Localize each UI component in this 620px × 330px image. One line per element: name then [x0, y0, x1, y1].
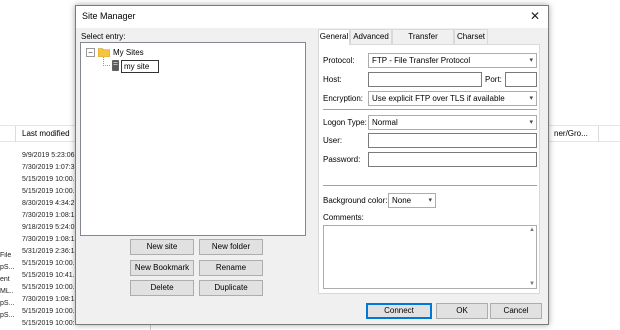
file-row-date[interactable]: 9/18/2019 5:24:0...	[22, 224, 78, 231]
password-label: Password:	[323, 155, 361, 164]
file-row-date[interactable]: 5/15/2019 10:00...	[22, 188, 78, 195]
chevron-down-icon: ▾	[428, 197, 432, 204]
site-manager-dialog: Site Manager ✕ Select entry: − My Sites …	[75, 5, 549, 325]
divider	[323, 185, 537, 186]
file-row-date[interactable]: 5/15/2019 10:00...	[22, 176, 78, 183]
file-row-date[interactable]: 8/30/2019 4:34:2...	[22, 200, 78, 207]
new-folder-button[interactable]: New folder	[199, 239, 263, 255]
site-icon	[112, 60, 119, 71]
comments-textarea[interactable]: ▲ ▼	[323, 225, 537, 289]
protocol-value: FTP - File Transfer Protocol	[372, 56, 471, 65]
user-input[interactable]	[368, 133, 537, 148]
chevron-down-icon: ▾	[529, 57, 533, 64]
protocol-select[interactable]: FTP - File Transfer Protocol ▾	[368, 53, 537, 68]
background-color-value: None	[392, 196, 412, 205]
tab-charset[interactable]: Charset	[454, 29, 488, 44]
ok-button[interactable]: OK	[436, 303, 488, 319]
divider	[323, 109, 537, 110]
password-input[interactable]	[368, 152, 537, 167]
file-row-name[interactable]: File	[0, 252, 14, 259]
new-bookmark-button[interactable]: New Bookmark	[130, 260, 194, 276]
title-bar: Site Manager ✕	[76, 6, 548, 28]
column-separator[interactable]	[598, 126, 599, 142]
duplicate-button[interactable]: Duplicate	[199, 280, 263, 296]
cancel-button[interactable]: Cancel	[490, 303, 542, 319]
connect-button[interactable]: Connect	[366, 303, 432, 319]
file-row-date[interactable]: 7/30/2019 1:08:1...	[22, 236, 78, 243]
tab-advanced[interactable]: Advanced	[350, 29, 392, 44]
tab-general[interactable]: General	[318, 29, 350, 45]
general-tab-panel: Protocol: FTP - File Transfer Protocol ▾…	[318, 44, 540, 294]
chevron-down-icon: ▾	[529, 119, 533, 126]
folder-icon	[98, 48, 110, 57]
file-row-date[interactable]: 7/30/2019 1:07:3...	[22, 164, 78, 171]
dialog-title: Site Manager	[82, 11, 136, 21]
new-site-button[interactable]: New site	[130, 239, 194, 255]
site-rename-field[interactable]: my site	[121, 60, 159, 73]
close-icon[interactable]: ✕	[530, 9, 540, 23]
column-separator[interactable]	[15, 126, 16, 142]
file-row-name[interactable]: pS...	[0, 300, 14, 307]
encryption-label: Encryption:	[323, 94, 364, 103]
encryption-select[interactable]: Use explicit FTP over TLS if available ▾	[368, 91, 537, 106]
file-row-date[interactable]: 7/30/2019 1:08:1...	[22, 212, 78, 219]
background-color-select[interactable]: None ▾	[388, 193, 436, 208]
host-input[interactable]	[368, 72, 482, 87]
port-input[interactable]	[505, 72, 537, 87]
logon-type-label: Logon Type:	[323, 118, 367, 127]
port-label: Port:	[485, 75, 502, 84]
column-last-modified[interactable]: Last modified	[22, 129, 70, 138]
select-entry-label: Select entry:	[81, 32, 126, 41]
scroll-down-icon[interactable]: ▼	[529, 281, 535, 287]
file-row-date[interactable]: 5/15/2019 10:00...	[22, 284, 78, 291]
site-tree[interactable]: − My Sites my site	[80, 42, 306, 236]
column-owner-group[interactable]: ner/Gro...	[554, 129, 588, 138]
file-row-name[interactable]: pS...	[0, 264, 14, 271]
background-color-label: Background color:	[323, 196, 388, 205]
tree-item-my-sites[interactable]: My Sites	[113, 48, 144, 57]
logon-type-value: Normal	[372, 118, 398, 127]
file-row-name[interactable]: pS...	[0, 312, 14, 319]
file-row-date[interactable]: 5/15/2019 10:00...	[22, 308, 78, 315]
user-label: User:	[323, 136, 343, 145]
rename-button[interactable]: Rename	[199, 260, 263, 276]
file-row-date[interactable]: 5/15/2019 10:00...	[22, 260, 78, 267]
protocol-label: Protocol:	[323, 56, 355, 65]
chevron-down-icon: ▾	[529, 95, 533, 102]
file-row-date[interactable]: 7/30/2019 1:08:1...	[22, 296, 78, 303]
scroll-up-icon[interactable]: ▲	[529, 227, 535, 233]
file-row-date[interactable]: 5/15/2019 10:41...	[22, 272, 78, 279]
delete-button[interactable]: Delete	[130, 280, 194, 296]
tree-connector	[103, 65, 110, 66]
encryption-value: Use explicit FTP over TLS if available	[372, 94, 505, 103]
tab-transfer-settings[interactable]: Transfer Settings	[392, 29, 454, 55]
collapse-icon[interactable]: −	[86, 48, 95, 57]
logon-type-select[interactable]: Normal ▾	[368, 115, 537, 130]
host-label: Host:	[323, 75, 342, 84]
file-row-name[interactable]: ent	[0, 276, 14, 283]
file-row-date[interactable]: 9/9/2019 5:23:06...	[22, 152, 78, 159]
file-row-date[interactable]: 5/15/2019 10:00:17	[22, 320, 78, 327]
file-row-date[interactable]: 5/31/2019 2:36:1...	[22, 248, 78, 255]
comments-label: Comments:	[323, 213, 364, 222]
file-row-name[interactable]: ML...	[0, 288, 14, 295]
